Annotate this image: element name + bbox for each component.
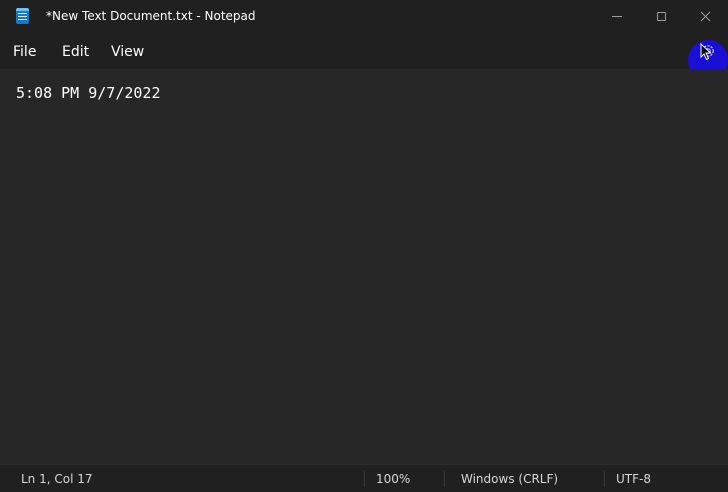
status-position: Ln 1, Col 17 (21, 472, 93, 486)
status-divider (604, 471, 605, 487)
menu-bar: File Edit View (0, 32, 728, 80)
maximize-button[interactable] (638, 0, 684, 32)
status-bar: Ln 1, Col 17 100% Windows (CRLF) UTF-8 (0, 464, 728, 492)
status-encoding[interactable]: UTF-8 (616, 472, 651, 486)
minimize-icon (612, 15, 622, 17)
editor-content: 5:08 PM 9/7/2022 (16, 84, 161, 102)
status-divider (364, 471, 365, 487)
status-line-ending[interactable]: Windows (CRLF) (461, 472, 558, 486)
menu-view[interactable]: View (111, 43, 144, 61)
title-bar[interactable]: *New Text Document.txt - Notepad (0, 0, 728, 32)
close-button[interactable] (682, 0, 728, 32)
mouse-cursor-icon (700, 43, 712, 61)
close-icon (700, 11, 711, 22)
menu-edit[interactable]: Edit (62, 43, 89, 61)
text-editor[interactable]: 5:08 PM 9/7/2022 (0, 69, 728, 464)
menu-file[interactable]: File (13, 43, 36, 61)
maximize-icon (656, 11, 666, 21)
minimize-button[interactable] (594, 0, 640, 32)
notepad-icon (16, 8, 29, 24)
window-title: *New Text Document.txt - Notepad (46, 9, 256, 23)
notepad-window: *New Text Document.txt - Notepad File Ed… (0, 0, 728, 492)
status-zoom[interactable]: 100% (376, 472, 410, 486)
status-divider (444, 471, 445, 487)
